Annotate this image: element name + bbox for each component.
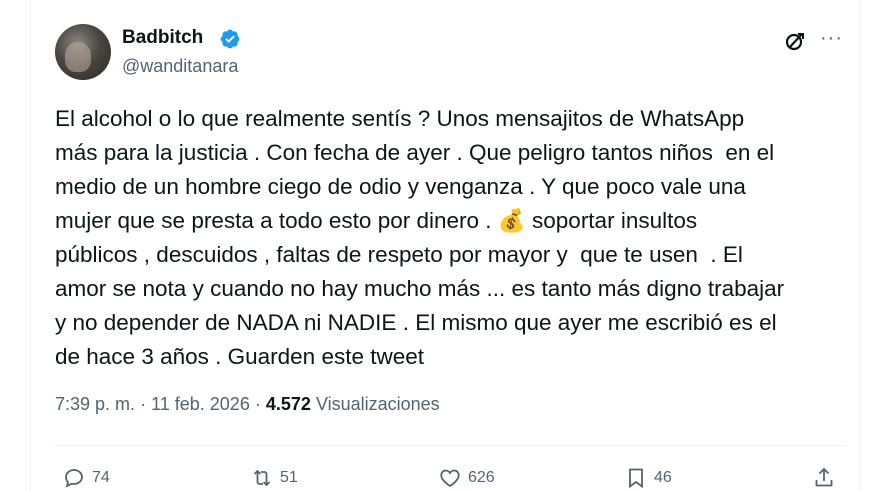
- grok-icon[interactable]: [783, 29, 807, 53]
- like-icon: [440, 469, 460, 488]
- reply-button[interactable]: 74: [62, 466, 110, 490]
- share-button[interactable]: [812, 466, 842, 490]
- retweet-icon: [253, 469, 271, 487]
- views-label: Visualizaciones: [315, 394, 440, 414]
- bookmark-button[interactable]: 46: [624, 466, 672, 490]
- reply-count: 74: [92, 469, 110, 486]
- meta-separator: ·: [140, 394, 147, 414]
- meta-separator: ·: [254, 394, 261, 414]
- like-button[interactable]: 626: [438, 466, 495, 490]
- retweet-button[interactable]: 51: [250, 466, 298, 490]
- avatar[interactable]: [55, 24, 111, 80]
- tweet-text: El alcohol o lo que realmente sentís ? U…: [55, 106, 785, 369]
- tweet-meta: 7:39 p. m. · 11 feb. 2026 · 4.572 Visual…: [55, 394, 440, 415]
- author-name[interactable]: Badbitch: [122, 27, 203, 49]
- views-count: 4.572: [265, 394, 311, 414]
- like-count: 626: [468, 469, 495, 486]
- tweet-date[interactable]: 11 feb. 2026: [151, 394, 250, 414]
- author-handle[interactable]: @wanditanara: [122, 56, 238, 77]
- tweet-time[interactable]: 7:39 p. m.: [55, 394, 135, 414]
- bookmark-icon: [629, 468, 643, 489]
- verified-badge-icon: [220, 29, 240, 49]
- reply-icon: [65, 469, 83, 488]
- share-icon: [815, 467, 833, 487]
- retweet-count: 51: [280, 469, 298, 486]
- divider: [55, 445, 845, 446]
- more-icon[interactable]: ···: [820, 28, 843, 48]
- bookmark-count: 46: [654, 469, 672, 486]
